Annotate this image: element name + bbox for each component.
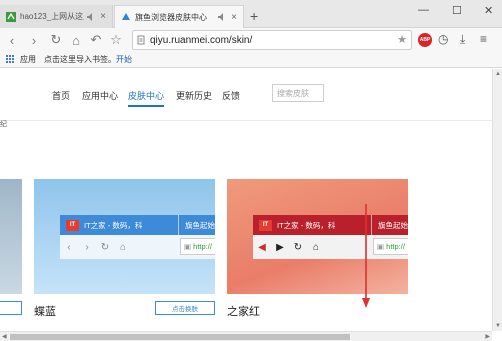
- scroll-down-icon[interactable]: ▼: [495, 323, 501, 329]
- apps-grid-icon[interactable]: [6, 55, 15, 64]
- tab-close-icon[interactable]: ×: [100, 11, 106, 22]
- page-info-icon[interactable]: [137, 35, 145, 45]
- maximize-button[interactable]: ☐: [452, 4, 462, 17]
- apply-skin-button[interactable]: 点击换肤: [155, 301, 215, 315]
- bookmark-star-icon[interactable]: ☆: [108, 32, 124, 48]
- import-start-link[interactable]: 开始: [116, 54, 132, 65]
- scroll-up-icon[interactable]: ▲: [495, 71, 501, 77]
- reload-icon[interactable]: ↻: [48, 32, 64, 48]
- preview-tab-title: IT之家 - 数码，科: [277, 220, 336, 230]
- home-icon: ⌂: [119, 241, 127, 253]
- minimize-button[interactable]: —: [418, 4, 429, 16]
- ithome-logo-icon: IT: [259, 219, 272, 231]
- scroll-right-icon[interactable]: ▶: [485, 333, 490, 340]
- nav-app-center[interactable]: 应用中心: [82, 89, 118, 102]
- new-tab-button[interactable]: +: [250, 9, 258, 23]
- tab-skin-center[interactable]: 旗鱼浏览器皮肤中心 ×: [114, 5, 244, 28]
- ithome-logo-icon: IT: [66, 219, 79, 231]
- preview-tabbar: IT IT之家 - 数码，科 旗鱼起始: [60, 215, 215, 235]
- back-icon: ◀: [258, 241, 266, 253]
- undo-close-icon[interactable]: ↶: [88, 32, 104, 48]
- back-icon: ‹: [67, 241, 71, 253]
- skin-card-partial[interactable]: [0, 179, 22, 294]
- scroll-left-icon[interactable]: ◀: [2, 333, 7, 340]
- preview-toolbar: ‹ › ↻ ⌂ ▣ http://: [60, 235, 215, 259]
- tab-strip: hao123_上网从这里开 × 旗鱼浏览器皮肤中心 × + — ☐ ✕: [0, 0, 502, 28]
- favorite-star-icon[interactable]: ★: [397, 33, 407, 46]
- preview-address-text: http://: [193, 242, 212, 251]
- bookmarks-bar: 应用 点击这里导入书签。 开始: [0, 52, 502, 68]
- qiyu-favicon-icon: [122, 13, 130, 20]
- abp-label: ABP: [419, 37, 431, 43]
- hao123-favicon-icon: [6, 11, 16, 22]
- preview-tab2-title: 旗鱼起始: [178, 215, 215, 235]
- tab-title: 旗鱼浏览器皮肤中心: [135, 12, 207, 22]
- address-bar[interactable]: qiyu.ruanmei.com/skin/ ★: [132, 30, 412, 50]
- speaker-icon[interactable]: [217, 12, 227, 22]
- left-partial-text: 纪: [0, 121, 7, 128]
- lock-icon: ▣: [184, 242, 194, 251]
- annotation-arrow-icon: [362, 204, 370, 308]
- adblock-plus-icon[interactable]: ABP: [418, 33, 432, 47]
- download-icon[interactable]: ⤓: [460, 32, 465, 47]
- skin-name-blue: 蝶蓝: [34, 306, 56, 318]
- preview-tabbar: IT IT之家 - 数码，科 旗鱼起始: [253, 215, 408, 235]
- preview-address: ▣ http://: [180, 238, 215, 255]
- menu-icon[interactable]: ≡: [480, 32, 487, 46]
- preview-address: ▣ http://: [373, 238, 408, 255]
- forward-icon: ›: [85, 241, 89, 253]
- nav-skin-center[interactable]: 皮肤中心: [128, 89, 165, 107]
- nav-feedback[interactable]: 反馈: [222, 89, 240, 102]
- apps-link[interactable]: 应用: [20, 54, 36, 65]
- home-icon[interactable]: ⌂: [68, 32, 84, 48]
- horizontal-scrollbar[interactable]: ◀ ▶: [0, 331, 492, 341]
- home-icon: ⌂: [312, 241, 320, 253]
- lock-icon: ▣: [377, 242, 387, 251]
- url-text: qiyu.ruanmei.com/skin/: [150, 34, 253, 46]
- reload-icon: ↻: [100, 241, 110, 253]
- skin-apply-button-partial[interactable]: [0, 301, 22, 315]
- nav-home[interactable]: 首页: [52, 89, 70, 102]
- site-nav: 首页 应用中心 皮肤中心 更新历史 反馈 搜索皮肤: [0, 69, 492, 121]
- skin-search-input[interactable]: 搜索皮肤: [272, 84, 324, 102]
- skin-card-red[interactable]: IT IT之家 - 数码，科 旗鱼起始 ◀ ▶ ↻ ⌂ ▣ http://: [227, 179, 408, 294]
- history-clock-icon[interactable]: ◷: [438, 32, 448, 46]
- import-bookmarks-hint: 点击这里导入书签。: [44, 55, 116, 64]
- close-window-button[interactable]: ✕: [484, 4, 493, 17]
- skin-name-red: 之家红: [227, 306, 260, 318]
- back-icon[interactable]: ‹: [4, 32, 20, 48]
- forward-icon: ▶: [276, 241, 284, 253]
- preview-tab-title: IT之家 - 数码，科: [84, 220, 143, 230]
- tab-hao123[interactable]: hao123_上网从这里开 ×: [0, 5, 113, 28]
- forward-icon[interactable]: ›: [26, 32, 42, 48]
- page-content: 首页 应用中心 皮肤中心 更新历史 反馈 搜索皮肤 纪 IT IT之家 - 数码…: [0, 69, 492, 331]
- nav-update-history[interactable]: 更新历史: [176, 89, 212, 102]
- preview-toolbar: ◀ ▶ ↻ ⌂ ▣ http://: [253, 235, 408, 259]
- skin-card-blue[interactable]: IT IT之家 - 数码，科 旗鱼起始 ‹ › ↻ ⌂ ▣ http://: [34, 179, 215, 294]
- tab-close-icon[interactable]: ×: [231, 12, 237, 23]
- vertical-scrollbar[interactable]: ▲ ▼: [492, 69, 502, 331]
- reload-icon: ↻: [293, 241, 303, 253]
- preview-tab2-title: 旗鱼起始: [371, 215, 408, 235]
- speaker-icon[interactable]: [86, 12, 96, 22]
- tab-title: hao123_上网从这里开: [20, 12, 84, 21]
- horizontal-scroll-thumb[interactable]: [10, 334, 350, 340]
- browser-toolbar: ‹ › ↻ ⌂ ↶ ☆ qiyu.ruanmei.com/skin/ ★ ABP…: [0, 28, 502, 52]
- preview-address-text: http://: [386, 242, 405, 251]
